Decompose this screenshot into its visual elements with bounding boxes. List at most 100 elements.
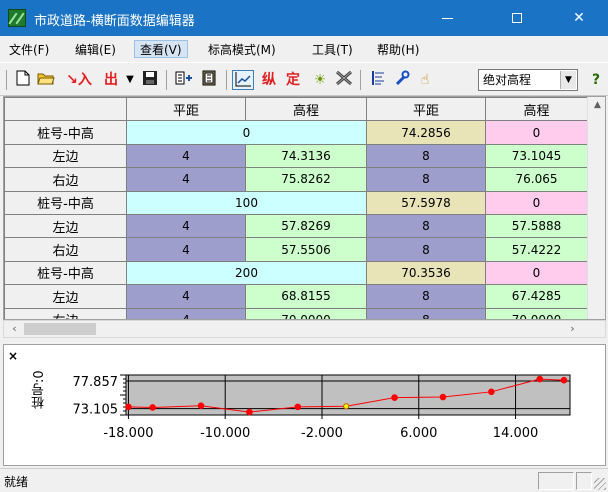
maximize-button[interactable] — [494, 0, 540, 36]
elevation-mode-select[interactable]: 绝对高程 ▼ — [478, 69, 578, 91]
resize-grip-icon[interactable] — [594, 478, 606, 490]
hand-icon: ☝ — [420, 72, 430, 88]
scroll-left-icon[interactable]: ‹ — [6, 321, 23, 337]
horizontal-scrollbar[interactable]: ‹ › — [3, 320, 606, 338]
distance-cell[interactable]: 8 — [366, 284, 486, 309]
delete-row-button[interactable] — [200, 70, 220, 90]
table-row: 右边 4 70.0000 8 70.0000 — [4, 307, 588, 319]
center-offset-cell[interactable]: 0 — [485, 190, 588, 215]
column-header-distance[interactable]: 平距 — [126, 97, 246, 122]
table-row: 桩号-中高 200 70.3536 0 — [4, 260, 588, 286]
grid-header-row: 平距 高程 平距 高程 — [4, 97, 588, 122]
status-bar: 就绪 — [0, 468, 608, 492]
elevation-cell[interactable]: 68.8155 — [245, 284, 367, 309]
tools-cross-icon — [336, 70, 352, 86]
profile-zong-button[interactable]: 纵 — [258, 70, 280, 90]
chevron-down-icon[interactable]: ▼ — [560, 71, 576, 89]
row-header[interactable]: 桩号-中高 — [4, 260, 127, 286]
station-cell[interactable]: 100 — [126, 190, 367, 215]
center-elevation-cell[interactable]: 74.2856 — [366, 120, 486, 145]
align-button[interactable] — [368, 70, 388, 90]
title-bar[interactable]: 市政道路-横断面数据编辑器 ✕ — [0, 0, 608, 36]
insert-row-button[interactable] — [174, 70, 194, 90]
data-point — [391, 394, 398, 401]
scroll-up-icon[interactable]: ▲ — [588, 97, 605, 114]
elevation-cell[interactable]: 67.4285 — [485, 284, 588, 309]
help-button[interactable]: ? — [586, 70, 606, 90]
elevation-cell[interactable]: 57.5506 — [245, 237, 367, 262]
center-elevation-cell[interactable]: 57.5978 — [366, 190, 486, 215]
elevation-cell[interactable]: 75.8262 — [245, 167, 367, 192]
row-header[interactable]: 左边 — [4, 213, 127, 239]
data-point — [294, 403, 302, 411]
center-offset-cell[interactable]: 0 — [485, 260, 588, 286]
distance-cell[interactable]: 4 — [126, 284, 246, 309]
tools-button[interactable] — [334, 70, 354, 90]
elevation-cell[interactable]: 57.5888 — [485, 213, 588, 239]
row-header[interactable]: 桩号-中高 — [4, 120, 127, 145]
column-header-elevation[interactable]: 高程 — [485, 97, 588, 122]
scroll-right-icon[interactable]: › — [564, 321, 581, 337]
distance-cell[interactable]: 4 — [126, 143, 246, 169]
import-button[interactable]: ↘入 — [62, 70, 96, 90]
settings-wrench-button[interactable] — [392, 70, 412, 90]
export-dropdown-arrow[interactable]: ▼ — [124, 70, 136, 90]
save-button[interactable] — [140, 70, 160, 90]
menu-help[interactable]: 帮助(H) — [372, 41, 424, 59]
elevation-cell[interactable]: 76.065 — [485, 167, 588, 192]
elevation-cell[interactable]: 73.1045 — [485, 143, 588, 169]
column-header-distance[interactable]: 平距 — [366, 97, 486, 122]
menu-file[interactable]: 文件(F) — [4, 41, 54, 59]
elevation-cell[interactable]: 70.0000 — [485, 307, 588, 319]
profile-ding-button[interactable]: 定 — [282, 70, 304, 90]
minimize-button[interactable] — [424, 0, 470, 36]
elevation-cell[interactable]: 57.4222 — [485, 237, 588, 262]
new-file-button[interactable] — [14, 70, 32, 90]
elevation-cell[interactable]: 57.8269 — [245, 213, 367, 239]
horizontal-scroll-thumb[interactable] — [24, 323, 96, 335]
x-tick-label: 14.000 — [493, 426, 539, 441]
distance-cell[interactable]: 8 — [366, 167, 486, 192]
table-row: 左边 4 74.3136 8 73.1045 — [4, 143, 588, 169]
grid-corner-header[interactable] — [4, 97, 127, 122]
elevation-cell[interactable]: 70.0000 — [245, 307, 367, 319]
station-cell[interactable]: 0 — [126, 120, 367, 145]
row-header[interactable]: 右边 — [4, 167, 127, 192]
chart-view-button[interactable] — [232, 70, 254, 90]
vertical-scrollbar[interactable]: ▲ — [587, 97, 605, 319]
menu-view[interactable]: 查看(V) — [134, 40, 188, 58]
column-header-elevation[interactable]: 高程 — [245, 97, 367, 122]
row-header[interactable]: 左边 — [4, 284, 127, 309]
row-header[interactable]: 右边 — [4, 307, 127, 319]
toolbar-grip — [6, 70, 7, 90]
elevation-mode-value: 绝对高程 — [483, 73, 532, 87]
row-header[interactable]: 右边 — [4, 237, 127, 262]
distance-cell[interactable]: 4 — [126, 237, 246, 262]
bulb-button[interactable]: ☀ — [310, 70, 330, 90]
center-offset-cell[interactable]: 0 — [485, 120, 588, 145]
hand-button[interactable]: ☝ — [414, 70, 436, 90]
menu-tools[interactable]: 工具(T) — [307, 41, 358, 59]
center-elevation-cell[interactable]: 70.3536 — [366, 260, 486, 286]
data-point — [488, 388, 495, 396]
row-header[interactable]: 桩号-中高 — [4, 190, 127, 215]
cross-section-chart[interactable]: 77.857 73.105 -18.000 -10.000 -2.000 6.000 14.… — [4, 345, 605, 465]
data-point — [439, 393, 447, 401]
open-file-button[interactable] — [36, 70, 56, 90]
close-button[interactable]: ✕ — [556, 0, 602, 36]
distance-cell[interactable]: 8 — [366, 307, 486, 319]
distance-cell[interactable]: 8 — [366, 213, 486, 239]
distance-cell[interactable]: 4 — [126, 307, 246, 319]
menu-elevation-mode[interactable]: 标高模式(M) — [203, 41, 281, 59]
station-cell[interactable]: 200 — [126, 260, 367, 286]
distance-cell[interactable]: 8 — [366, 143, 486, 169]
distance-cell[interactable]: 4 — [126, 213, 246, 239]
distance-cell[interactable]: 4 — [126, 167, 246, 192]
toolbar-separator — [226, 70, 227, 90]
row-header[interactable]: 左边 — [4, 143, 127, 169]
elevation-cell[interactable]: 74.3136 — [245, 143, 367, 169]
data-grid[interactable]: 平距 高程 平距 高程 桩号-中高 0 74.2856 0 左边 4 74.31… — [3, 96, 606, 320]
distance-cell[interactable]: 8 — [366, 237, 486, 262]
export-button[interactable]: 出 — [98, 70, 124, 90]
menu-edit[interactable]: 编辑(E) — [70, 41, 121, 59]
